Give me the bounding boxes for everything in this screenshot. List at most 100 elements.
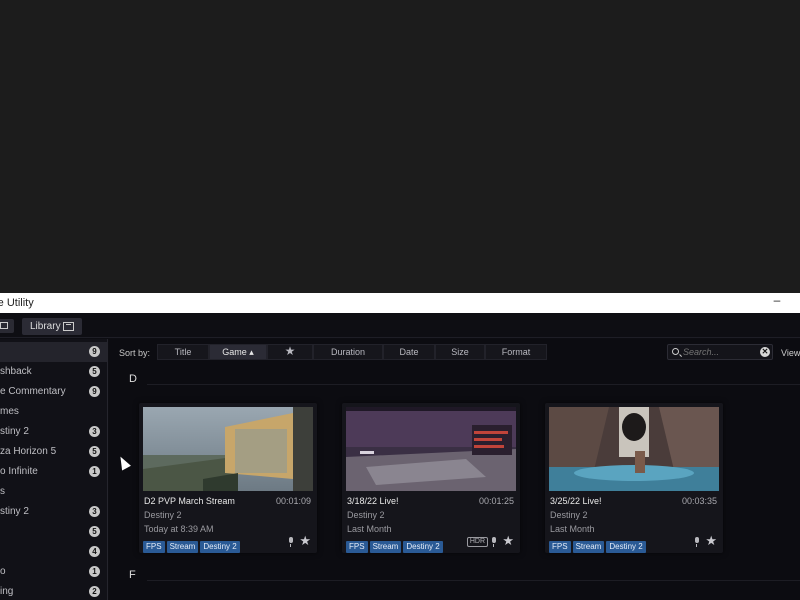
count-badge: 9 — [89, 346, 100, 357]
video-card[interactable]: 3/18/22 Live! 00:01:25 Destiny 2 Last Mo… — [342, 403, 520, 553]
video-title: 3/25/22 Live! — [550, 496, 602, 506]
minimize-button[interactable]: – — [770, 293, 784, 311]
tag-fps[interactable]: FPS — [549, 541, 571, 553]
tag-stream[interactable]: Stream — [166, 541, 199, 553]
tab-library-label: Library — [30, 321, 61, 332]
video-duration: 00:01:09 — [275, 496, 311, 506]
sort-title-button[interactable]: Title — [157, 344, 209, 360]
sidebar-item-label: ing — [0, 586, 14, 597]
tag-destiny-2[interactable]: Destiny 2 — [200, 541, 240, 553]
video-date: Last Month — [550, 524, 595, 534]
hdr-badge: HDR — [466, 537, 488, 547]
group-divider — [147, 384, 800, 385]
tab-library[interactable]: Library — [22, 318, 82, 335]
sort-duration-button[interactable]: Duration — [313, 344, 383, 360]
sort-format-button[interactable]: Format — [485, 344, 547, 360]
count-badge: 9 — [89, 386, 100, 397]
tag-destiny-2[interactable]: Destiny 2 — [606, 541, 646, 553]
video-thumbnail[interactable] — [143, 407, 313, 491]
sidebar-item[interactable]: 4 — [0, 542, 107, 562]
sidebar-item-label: stiny 2 — [0, 426, 29, 437]
tag-fps[interactable]: FPS — [143, 541, 165, 553]
video-card[interactable]: D2 PVP March Stream 00:01:09 Destiny 2 T… — [139, 403, 317, 553]
count-badge: 5 — [89, 446, 100, 457]
video-thumbnail[interactable] — [549, 407, 719, 491]
sidebar-item-destiny-2[interactable]: stiny 2 3 — [0, 422, 107, 442]
tag-list: FPS Stream Destiny 2 — [143, 536, 242, 553]
video-game: Destiny 2 — [550, 510, 588, 520]
microphone-icon — [694, 537, 699, 547]
microphone-icon — [288, 537, 293, 547]
sidebar-item-label: o Infinite — [0, 466, 38, 477]
clear-search-icon[interactable]: ✕ — [760, 347, 770, 357]
video-title: 3/18/22 Live! — [347, 496, 399, 506]
tag-list: FPS Stream Destiny 2 — [549, 536, 648, 553]
group-divider — [147, 580, 800, 581]
video-card[interactable]: 3/25/22 Live! 00:03:35 Destiny 2 Last Mo… — [545, 403, 723, 553]
count-badge: 1 — [89, 466, 100, 477]
video-duration: 00:01:25 — [478, 496, 514, 506]
video-duration: 00:03:35 — [681, 496, 717, 506]
sidebar-item-label: shback — [0, 366, 32, 377]
video-game: Destiny 2 — [144, 510, 182, 520]
favorite-star-icon[interactable]: ★ — [705, 533, 717, 549]
sidebar-item-label: o — [0, 566, 6, 577]
grid-view-icon — [63, 322, 74, 331]
search-box: ✕ — [667, 344, 773, 360]
tag-list: FPS Stream Destiny 2 — [346, 536, 445, 553]
sort-by-label: Sort by: — [119, 348, 151, 358]
tag-destiny-2[interactable]: Destiny 2 — [403, 541, 443, 553]
microphone-icon — [491, 537, 496, 547]
count-badge: 3 — [89, 426, 100, 437]
video-title: D2 PVP March Stream — [144, 496, 235, 506]
sidebar-item-label: za Horizon 5 — [0, 446, 57, 457]
search-icon — [672, 348, 679, 355]
sidebar-section-label: mes — [0, 406, 19, 417]
sidebar-item-forza-horizon-5[interactable]: za Horizon 5 5 — [0, 442, 107, 462]
sort-size-button[interactable]: Size — [435, 344, 485, 360]
count-badge: 5 — [89, 366, 100, 377]
sidebar-section-tags: s — [0, 482, 107, 502]
video-game: Destiny 2 — [347, 510, 385, 520]
sort-game-button[interactable]: Game ▴ — [209, 344, 267, 360]
sidebar-item-label: stiny 2 — [0, 506, 29, 517]
sidebar-item[interactable]: 5 — [0, 522, 107, 542]
favorite-star-icon[interactable]: ★ — [502, 533, 514, 549]
sidebar-item-halo-infinite[interactable]: o Infinite 1 — [0, 462, 107, 482]
library-main: Sort by: Title Game ▴ ★ Duration Date Si… — [109, 339, 800, 600]
window-title: re Utility — [0, 297, 34, 309]
video-date: Today at 8:39 AM — [144, 524, 214, 534]
sidebar-item[interactable]: ing 2 — [0, 582, 107, 600]
tag-fps[interactable]: FPS — [346, 541, 368, 553]
video-thumbnail[interactable] — [346, 407, 516, 491]
sidebar-item-all[interactable]: 9 — [0, 342, 107, 362]
group-header-f: F — [129, 569, 136, 581]
search-input[interactable] — [683, 346, 753, 358]
group-header-d: D — [129, 373, 137, 385]
tag-stream[interactable]: Stream — [572, 541, 605, 553]
desktop-background — [0, 0, 800, 293]
sort-star-icon[interactable]: ★ — [267, 344, 313, 360]
sidebar-item-commentary[interactable]: e Commentary 9 — [0, 382, 107, 402]
window-titlebar[interactable]: re Utility – — [0, 293, 800, 313]
sort-date-button[interactable]: Date — [383, 344, 435, 360]
count-badge: 5 — [89, 526, 100, 537]
sidebar-item-tag-destiny-2[interactable]: stiny 2 3 — [0, 502, 107, 522]
video-date: Last Month — [347, 524, 392, 534]
sidebar-item[interactable]: o 1 — [0, 562, 107, 582]
favorite-star-icon[interactable]: ★ — [299, 533, 311, 549]
count-badge: 2 — [89, 586, 100, 597]
count-badge: 3 — [89, 506, 100, 517]
sidebar-item-label: e Commentary — [0, 386, 66, 397]
tab-strip: Library — [0, 313, 800, 338]
sidebar-item-flashback[interactable]: shback 5 — [0, 362, 107, 382]
tab-previous[interactable] — [0, 319, 14, 333]
view-label: View: — [781, 348, 800, 358]
sidebar-section-games: mes — [0, 402, 107, 422]
sidebar-section-label: s — [0, 486, 5, 497]
sidebar: 9 shback 5 e Commentary 9 mes stiny 2 3 … — [0, 339, 108, 600]
window-icon — [0, 322, 8, 329]
count-badge: 1 — [89, 566, 100, 577]
tag-stream[interactable]: Stream — [369, 541, 402, 553]
count-badge: 4 — [89, 546, 100, 557]
